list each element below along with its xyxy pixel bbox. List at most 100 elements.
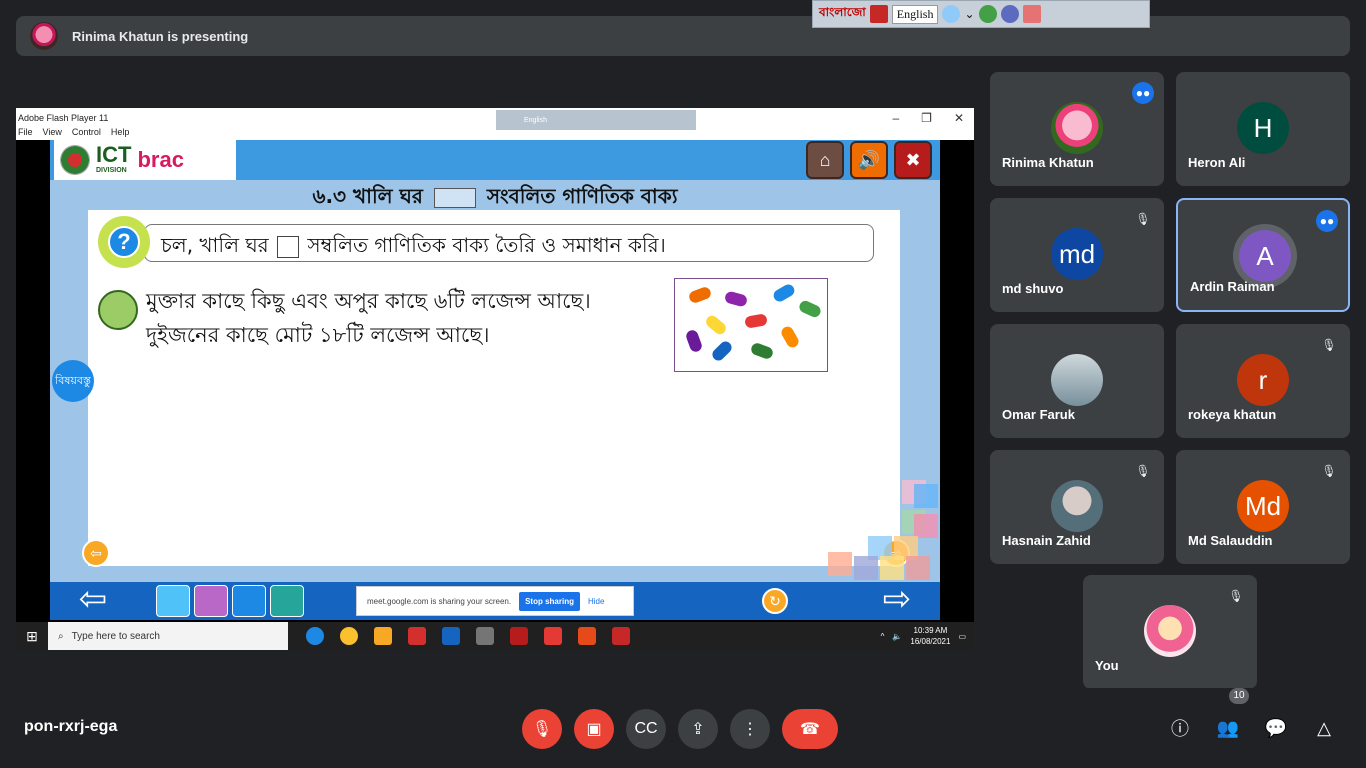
calculator-icon[interactable] <box>156 585 190 617</box>
speaker-icon: 🔊 <box>857 149 881 170</box>
participant-name: Omar Faruk <box>1002 407 1075 422</box>
participant-tile[interactable]: ●● Rinima Khatun <box>990 72 1164 186</box>
menu-help[interactable]: Help <box>111 127 130 137</box>
self-tile[interactable]: 🎙 You <box>1083 575 1257 689</box>
refresh-button[interactable]: ↻ <box>762 588 788 614</box>
flash-title-bar: Adobe Flash Player 11 File View Control … <box>16 108 974 140</box>
search-icon: ⌕ <box>58 630 64 642</box>
participant-tile[interactable]: Omar Faruk <box>990 324 1164 438</box>
notifications-icon[interactable]: ▭ <box>958 632 966 641</box>
mic-off-icon: 🎙 <box>1135 212 1151 226</box>
heading-left: ৬.৩ খালি ঘর <box>312 184 423 208</box>
participant-tile-active[interactable]: A ●● Ardin Raiman <box>1176 198 1350 312</box>
shared-screen: Adobe Flash Player 11 File View Control … <box>16 108 974 650</box>
logo-box: ICT DIVISION brac <box>54 140 236 180</box>
edge-icon[interactable] <box>306 627 324 645</box>
more-options-button[interactable]: ⋮ <box>730 709 770 749</box>
participant-name: Rinima Khatun <box>1002 155 1094 170</box>
help-icon[interactable] <box>1000 5 1019 23</box>
participant-name: md shuvo <box>1002 281 1064 296</box>
avatar <box>1144 605 1196 657</box>
book-icon[interactable] <box>194 585 228 617</box>
store-icon[interactable] <box>476 627 494 645</box>
math-blocks-decoration <box>828 480 938 580</box>
instruction-blank-box <box>277 235 300 258</box>
instruction-box: চল, খালি ঘর সম্বলিত গাণিতিক বাক্য তৈরি ও… <box>144 224 874 262</box>
menu-view[interactable]: View <box>43 127 62 137</box>
flash-mini-toolbar: English <box>496 110 696 130</box>
home-icon: ⌂ <box>819 149 831 170</box>
volume-icon[interactable]: 🔈 <box>892 632 902 641</box>
tool-icons <box>156 585 304 617</box>
speaker-character-icon[interactable] <box>98 290 138 330</box>
meeting-code: pon-rxrj-ega <box>24 718 118 735</box>
close-icon[interactable] <box>1022 5 1041 23</box>
leave-call-button[interactable]: ☎ <box>782 709 838 749</box>
participant-tile[interactable]: H Heron Ali <box>1176 72 1350 186</box>
taskbar-search[interactable]: ⌕ Type here to search <box>48 622 288 650</box>
file-explorer-icon[interactable] <box>374 627 392 645</box>
captions-button[interactable]: CC <box>626 709 666 749</box>
globe-icon[interactable] <box>978 5 997 23</box>
acrobat-icon[interactable] <box>869 5 888 23</box>
mic-off-icon: 🎙 <box>1228 589 1244 603</box>
back-arrow-button[interactable]: ⇦ <box>56 582 130 618</box>
share-message: meet.google.com is sharing your screen. <box>367 596 512 606</box>
chat-button[interactable]: 💬 <box>1262 714 1290 742</box>
more-vert-icon: ⋮ <box>742 721 758 738</box>
menu-control[interactable]: Control <box>72 127 101 137</box>
ime-toolbar: বাংলাজো English ⌄ <box>812 0 1150 28</box>
forward-arrow-button[interactable]: ⇨ <box>860 582 934 618</box>
stop-sharing-button[interactable]: Stop sharing <box>519 591 580 611</box>
minimize-icon[interactable]: – <box>892 111 899 125</box>
candies-image <box>674 278 828 372</box>
close-window-icon[interactable]: ✕ <box>954 111 964 125</box>
hide-button[interactable]: Hide <box>588 597 604 606</box>
ime-language[interactable]: English <box>891 4 939 24</box>
flash-player-icon[interactable] <box>612 627 630 645</box>
captions-icon: CC <box>634 720 658 737</box>
clock-date: 16/08/2021 <box>910 637 951 646</box>
exit-button[interactable]: ✖ <box>894 141 932 179</box>
camera-toggle-button[interactable]: ▣ <box>574 709 614 749</box>
info-icon: ⓘ <box>1171 719 1189 739</box>
taskbar-clock[interactable]: 10:39 AM 16/08/2021 <box>910 625 950 647</box>
sound-button[interactable]: 🔊 <box>850 141 888 179</box>
settings-icon[interactable] <box>942 5 961 23</box>
participant-tile[interactable]: Md 🎙 Md Salauddin <box>1176 450 1350 564</box>
meeting-info-button[interactable]: ⓘ <box>1166 714 1194 742</box>
topics-button[interactable]: বিষয়বস্তু <box>52 360 94 402</box>
speaking-icon: ●● <box>1316 210 1338 232</box>
present-button[interactable]: ⇪ <box>678 709 718 749</box>
participant-tile[interactable]: md 🎙 md shuvo <box>990 198 1164 312</box>
participant-tile[interactable]: 🎙 Hasnain Zahid <box>990 450 1164 564</box>
people-button[interactable]: 👥 <box>1214 714 1242 742</box>
question-icon: ? <box>98 216 150 268</box>
app-red-icon[interactable] <box>408 627 426 645</box>
mini-language[interactable]: English <box>524 117 547 124</box>
close-icon: ✖ <box>905 149 921 170</box>
mail-icon[interactable] <box>442 627 460 645</box>
prev-page-button[interactable]: ⇦ <box>82 539 110 567</box>
mic-toggle-button[interactable]: 🎙 <box>522 709 562 749</box>
menu-file[interactable]: File <box>18 127 33 137</box>
ime-bangla-label[interactable]: বাংলাজো <box>819 4 866 24</box>
app-box-icon[interactable] <box>544 627 562 645</box>
participant-tile[interactable]: r 🎙 rokeya khatun <box>1176 324 1350 438</box>
home-button[interactable]: ⌂ <box>806 141 844 179</box>
app-doc-icon[interactable] <box>578 627 596 645</box>
story-line-2: দুইজনের কাছে মোট ১৮টি লজেন্স আছে। <box>146 323 490 347</box>
window-controls: – ❐ ✕ <box>892 111 964 125</box>
hang-up-icon: ☎ <box>800 721 820 738</box>
flash-stage: ICT DIVISION brac ⌂ 🔊 ✖ ৬.৩ খালি ঘর সংবল… <box>50 140 940 620</box>
activities-button[interactable]: △ <box>1310 714 1338 742</box>
participant-name: Hasnain Zahid <box>1002 533 1091 548</box>
chevron-down-icon[interactable]: ⌄ <box>964 7 974 22</box>
pen-icon[interactable] <box>232 585 266 617</box>
bangla-keyboard-icon[interactable] <box>510 627 528 645</box>
chevron-up-icon[interactable]: ^ <box>881 632 885 641</box>
windows-start-icon[interactable]: ⊞ <box>16 628 48 645</box>
chrome-icon[interactable] <box>340 627 358 645</box>
notes-icon[interactable] <box>270 585 304 617</box>
restore-icon[interactable]: ❐ <box>921 111 932 125</box>
